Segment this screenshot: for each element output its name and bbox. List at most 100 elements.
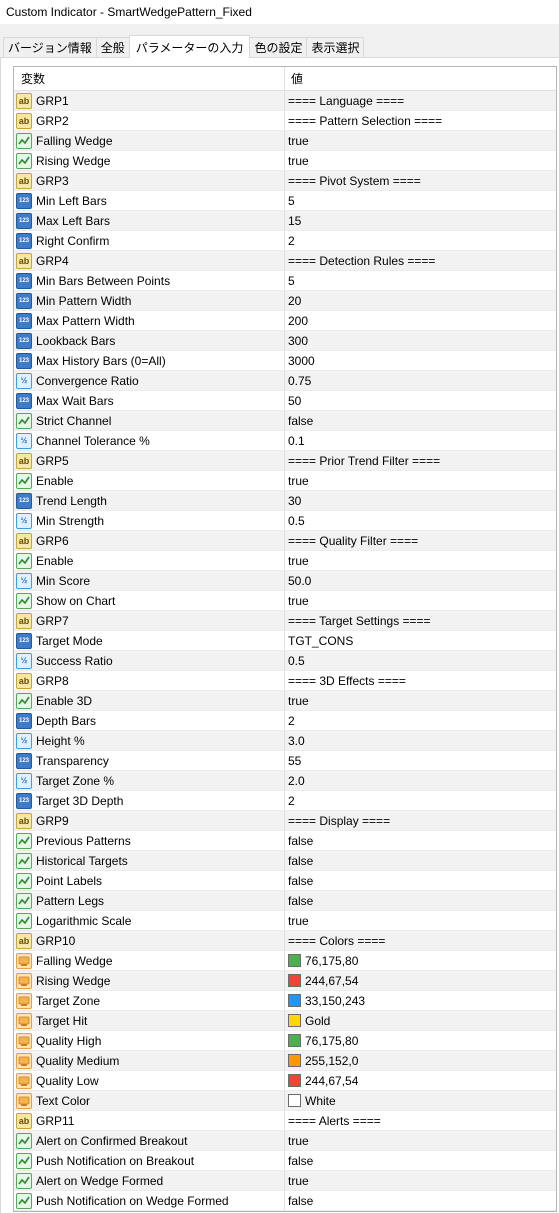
parameter-name-cell[interactable]: ab GRP4 [14, 251, 285, 270]
parameter-name-cell[interactable]: ab GRP2 [14, 111, 285, 130]
parameter-name-cell[interactable]: ½ Min Score [14, 571, 285, 590]
parameter-value-cell[interactable]: 244,67,54 [285, 971, 556, 990]
parameter-row[interactable]: Falling Wedge 76,175,80 [14, 951, 556, 971]
parameter-row[interactable]: Quality Low 244,67,54 [14, 1071, 556, 1091]
parameter-row[interactable]: 123 Min Bars Between Points 5 [14, 271, 556, 291]
parameter-name-cell[interactable]: Logarithmic Scale [14, 911, 285, 930]
parameter-name-cell[interactable]: ab GRP7 [14, 611, 285, 630]
parameter-value-cell[interactable]: true [285, 551, 556, 570]
parameter-name-cell[interactable]: Quality Medium [14, 1051, 285, 1070]
parameter-value-cell[interactable]: 2 [285, 231, 556, 250]
parameter-row[interactable]: 123 Min Pattern Width 20 [14, 291, 556, 311]
parameter-name-cell[interactable]: Rising Wedge [14, 971, 285, 990]
color-swatch[interactable] [288, 1014, 301, 1027]
parameter-row[interactable]: 123 Depth Bars 2 [14, 711, 556, 731]
parameter-row[interactable]: Rising Wedge 244,67,54 [14, 971, 556, 991]
parameter-row[interactable]: ½ Success Ratio 0.5 [14, 651, 556, 671]
parameter-value-cell[interactable]: true [285, 911, 556, 930]
parameter-name-cell[interactable]: 123 Depth Bars [14, 711, 285, 730]
parameter-name-cell[interactable]: Falling Wedge [14, 131, 285, 150]
parameter-row[interactable]: ab GRP3 ==== Pivot System ==== [14, 171, 556, 191]
parameter-name-cell[interactable]: Falling Wedge [14, 951, 285, 970]
parameter-row[interactable]: Enable 3D true [14, 691, 556, 711]
parameter-name-cell[interactable]: Target Zone [14, 991, 285, 1010]
parameter-row[interactable]: ab GRP4 ==== Detection Rules ==== [14, 251, 556, 271]
parameter-value-cell[interactable]: 55 [285, 751, 556, 770]
column-header-variable[interactable]: 変数 [14, 67, 285, 90]
parameter-value-cell[interactable]: false [285, 1191, 556, 1210]
parameter-name-cell[interactable]: 123 Min Pattern Width [14, 291, 285, 310]
parameter-name-cell[interactable]: Show on Chart [14, 591, 285, 610]
parameter-row[interactable]: 123 Transparency 55 [14, 751, 556, 771]
parameter-name-cell[interactable]: ab GRP10 [14, 931, 285, 950]
parameter-name-cell[interactable]: 123 Max Pattern Width [14, 311, 285, 330]
parameter-name-cell[interactable]: Alert on Confirmed Breakout [14, 1131, 285, 1150]
parameter-row[interactable]: Historical Targets false [14, 851, 556, 871]
parameter-value-cell[interactable]: 30 [285, 491, 556, 510]
parameter-name-cell[interactable]: Push Notification on Wedge Formed [14, 1191, 285, 1210]
parameter-row[interactable]: ab GRP10 ==== Colors ==== [14, 931, 556, 951]
parameter-name-cell[interactable]: Quality Low [14, 1071, 285, 1090]
parameter-name-cell[interactable]: ab GRP3 [14, 171, 285, 190]
parameter-value-cell[interactable]: 20 [285, 291, 556, 310]
parameter-value-cell[interactable]: ==== Prior Trend Filter ==== [285, 451, 556, 470]
parameter-value-cell[interactable]: 3000 [285, 351, 556, 370]
parameter-value-cell[interactable]: 2.0 [285, 771, 556, 790]
parameter-value-cell[interactable]: ==== 3D Effects ==== [285, 671, 556, 690]
color-swatch[interactable] [288, 1074, 301, 1087]
parameter-name-cell[interactable]: ab GRP5 [14, 451, 285, 470]
parameter-row[interactable]: ab GRP8 ==== 3D Effects ==== [14, 671, 556, 691]
parameter-row[interactable]: 123 Min Left Bars 5 [14, 191, 556, 211]
parameter-value-cell[interactable]: 3.0 [285, 731, 556, 750]
parameter-row[interactable]: 123 Max Pattern Width 200 [14, 311, 556, 331]
parameter-row[interactable]: Quality High 76,175,80 [14, 1031, 556, 1051]
parameter-row[interactable]: 123 Lookback Bars 300 [14, 331, 556, 351]
parameter-value-cell[interactable]: true [285, 591, 556, 610]
tab-general[interactable]: 全般 [95, 37, 130, 57]
parameter-row[interactable]: ab GRP2 ==== Pattern Selection ==== [14, 111, 556, 131]
parameter-name-cell[interactable]: Enable [14, 551, 285, 570]
parameter-row[interactable]: ½ Min Score 50.0 [14, 571, 556, 591]
parameter-row[interactable]: Point Labels false [14, 871, 556, 891]
parameter-value-cell[interactable]: false [285, 831, 556, 850]
parameter-value-cell[interactable]: false [285, 891, 556, 910]
parameter-row[interactable]: Enable true [14, 471, 556, 491]
parameter-value-cell[interactable]: ==== Pivot System ==== [285, 171, 556, 190]
parameter-row[interactable]: ½ Min Strength 0.5 [14, 511, 556, 531]
parameter-value-cell[interactable]: false [285, 1151, 556, 1170]
parameter-value-cell[interactable]: ==== Quality Filter ==== [285, 531, 556, 550]
parameter-value-cell[interactable]: 300 [285, 331, 556, 350]
parameter-value-cell[interactable]: ==== Colors ==== [285, 931, 556, 950]
parameter-value-cell[interactable]: 0.75 [285, 371, 556, 390]
parameter-row[interactable]: Enable true [14, 551, 556, 571]
color-swatch[interactable] [288, 1054, 301, 1067]
parameter-row[interactable]: ab GRP9 ==== Display ==== [14, 811, 556, 831]
parameter-value-cell[interactable]: 244,67,54 [285, 1071, 556, 1090]
parameter-row[interactable]: Pattern Legs false [14, 891, 556, 911]
parameter-name-cell[interactable]: ab GRP1 [14, 91, 285, 110]
parameter-name-cell[interactable]: 123 Target 3D Depth [14, 791, 285, 810]
parameter-value-cell[interactable]: 255,152,0 [285, 1051, 556, 1070]
parameter-row[interactable]: ab GRP6 ==== Quality Filter ==== [14, 531, 556, 551]
color-swatch[interactable] [288, 954, 301, 967]
parameter-row[interactable]: 123 Right Confirm 2 [14, 231, 556, 251]
tab-visualization[interactable]: 表示選択 [306, 37, 365, 57]
parameter-row[interactable]: 123 Target 3D Depth 2 [14, 791, 556, 811]
parameter-value-cell[interactable]: ==== Alerts ==== [285, 1111, 556, 1130]
parameter-name-cell[interactable]: 123 Target Mode [14, 631, 285, 650]
parameter-row[interactable]: Quality Medium 255,152,0 [14, 1051, 556, 1071]
parameter-row[interactable]: Strict Channel false [14, 411, 556, 431]
color-swatch[interactable] [288, 1094, 301, 1107]
parameter-name-cell[interactable]: 123 Transparency [14, 751, 285, 770]
parameter-name-cell[interactable]: Enable [14, 471, 285, 490]
parameter-row[interactable]: ab GRP1 ==== Language ==== [14, 91, 556, 111]
parameter-row[interactable]: ab GRP11 ==== Alerts ==== [14, 1111, 556, 1131]
parameter-row[interactable]: Show on Chart true [14, 591, 556, 611]
parameter-name-cell[interactable]: 123 Lookback Bars [14, 331, 285, 350]
parameter-name-cell[interactable]: ½ Channel Tolerance % [14, 431, 285, 450]
parameter-value-cell[interactable]: 5 [285, 271, 556, 290]
parameter-value-cell[interactable]: ==== Pattern Selection ==== [285, 111, 556, 130]
color-swatch[interactable] [288, 1034, 301, 1047]
parameter-value-cell[interactable]: 50.0 [285, 571, 556, 590]
parameter-row[interactable]: Logarithmic Scale true [14, 911, 556, 931]
